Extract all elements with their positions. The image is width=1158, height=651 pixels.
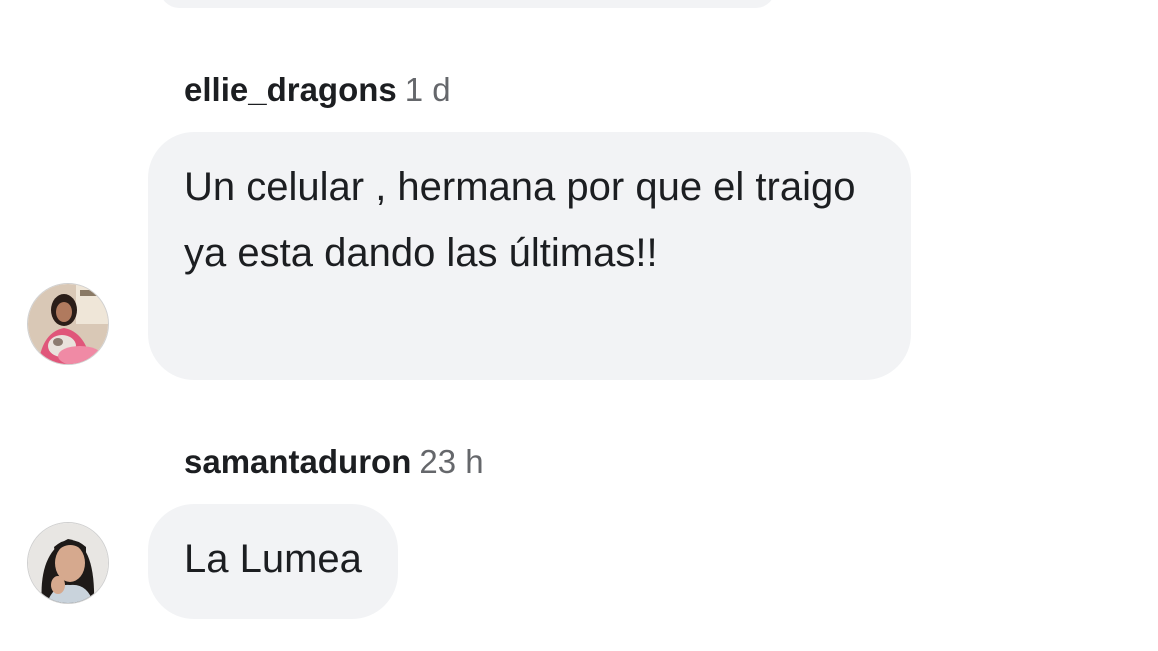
comment-bubble[interactable]: La Lumea xyxy=(148,504,398,619)
comment-timestamp[interactable]: 23 h xyxy=(419,443,483,480)
comment-author[interactable]: samantaduron xyxy=(184,443,411,480)
avatar[interactable] xyxy=(27,522,109,604)
comment-timestamp[interactable]: 1 d xyxy=(405,71,451,108)
comment-bubble[interactable]: Un celular , hermana por que el traigo y… xyxy=(148,132,911,380)
avatar[interactable] xyxy=(27,283,109,365)
comment-meta: ellie_dragons 1 d xyxy=(184,70,451,110)
previous-comment-bubble xyxy=(160,0,775,8)
avatar-photo-icon xyxy=(28,523,108,603)
comment-author[interactable]: ellie_dragons xyxy=(184,71,397,108)
avatar-photo-icon xyxy=(28,284,108,364)
comment-meta: samantaduron 23 h xyxy=(184,442,484,482)
